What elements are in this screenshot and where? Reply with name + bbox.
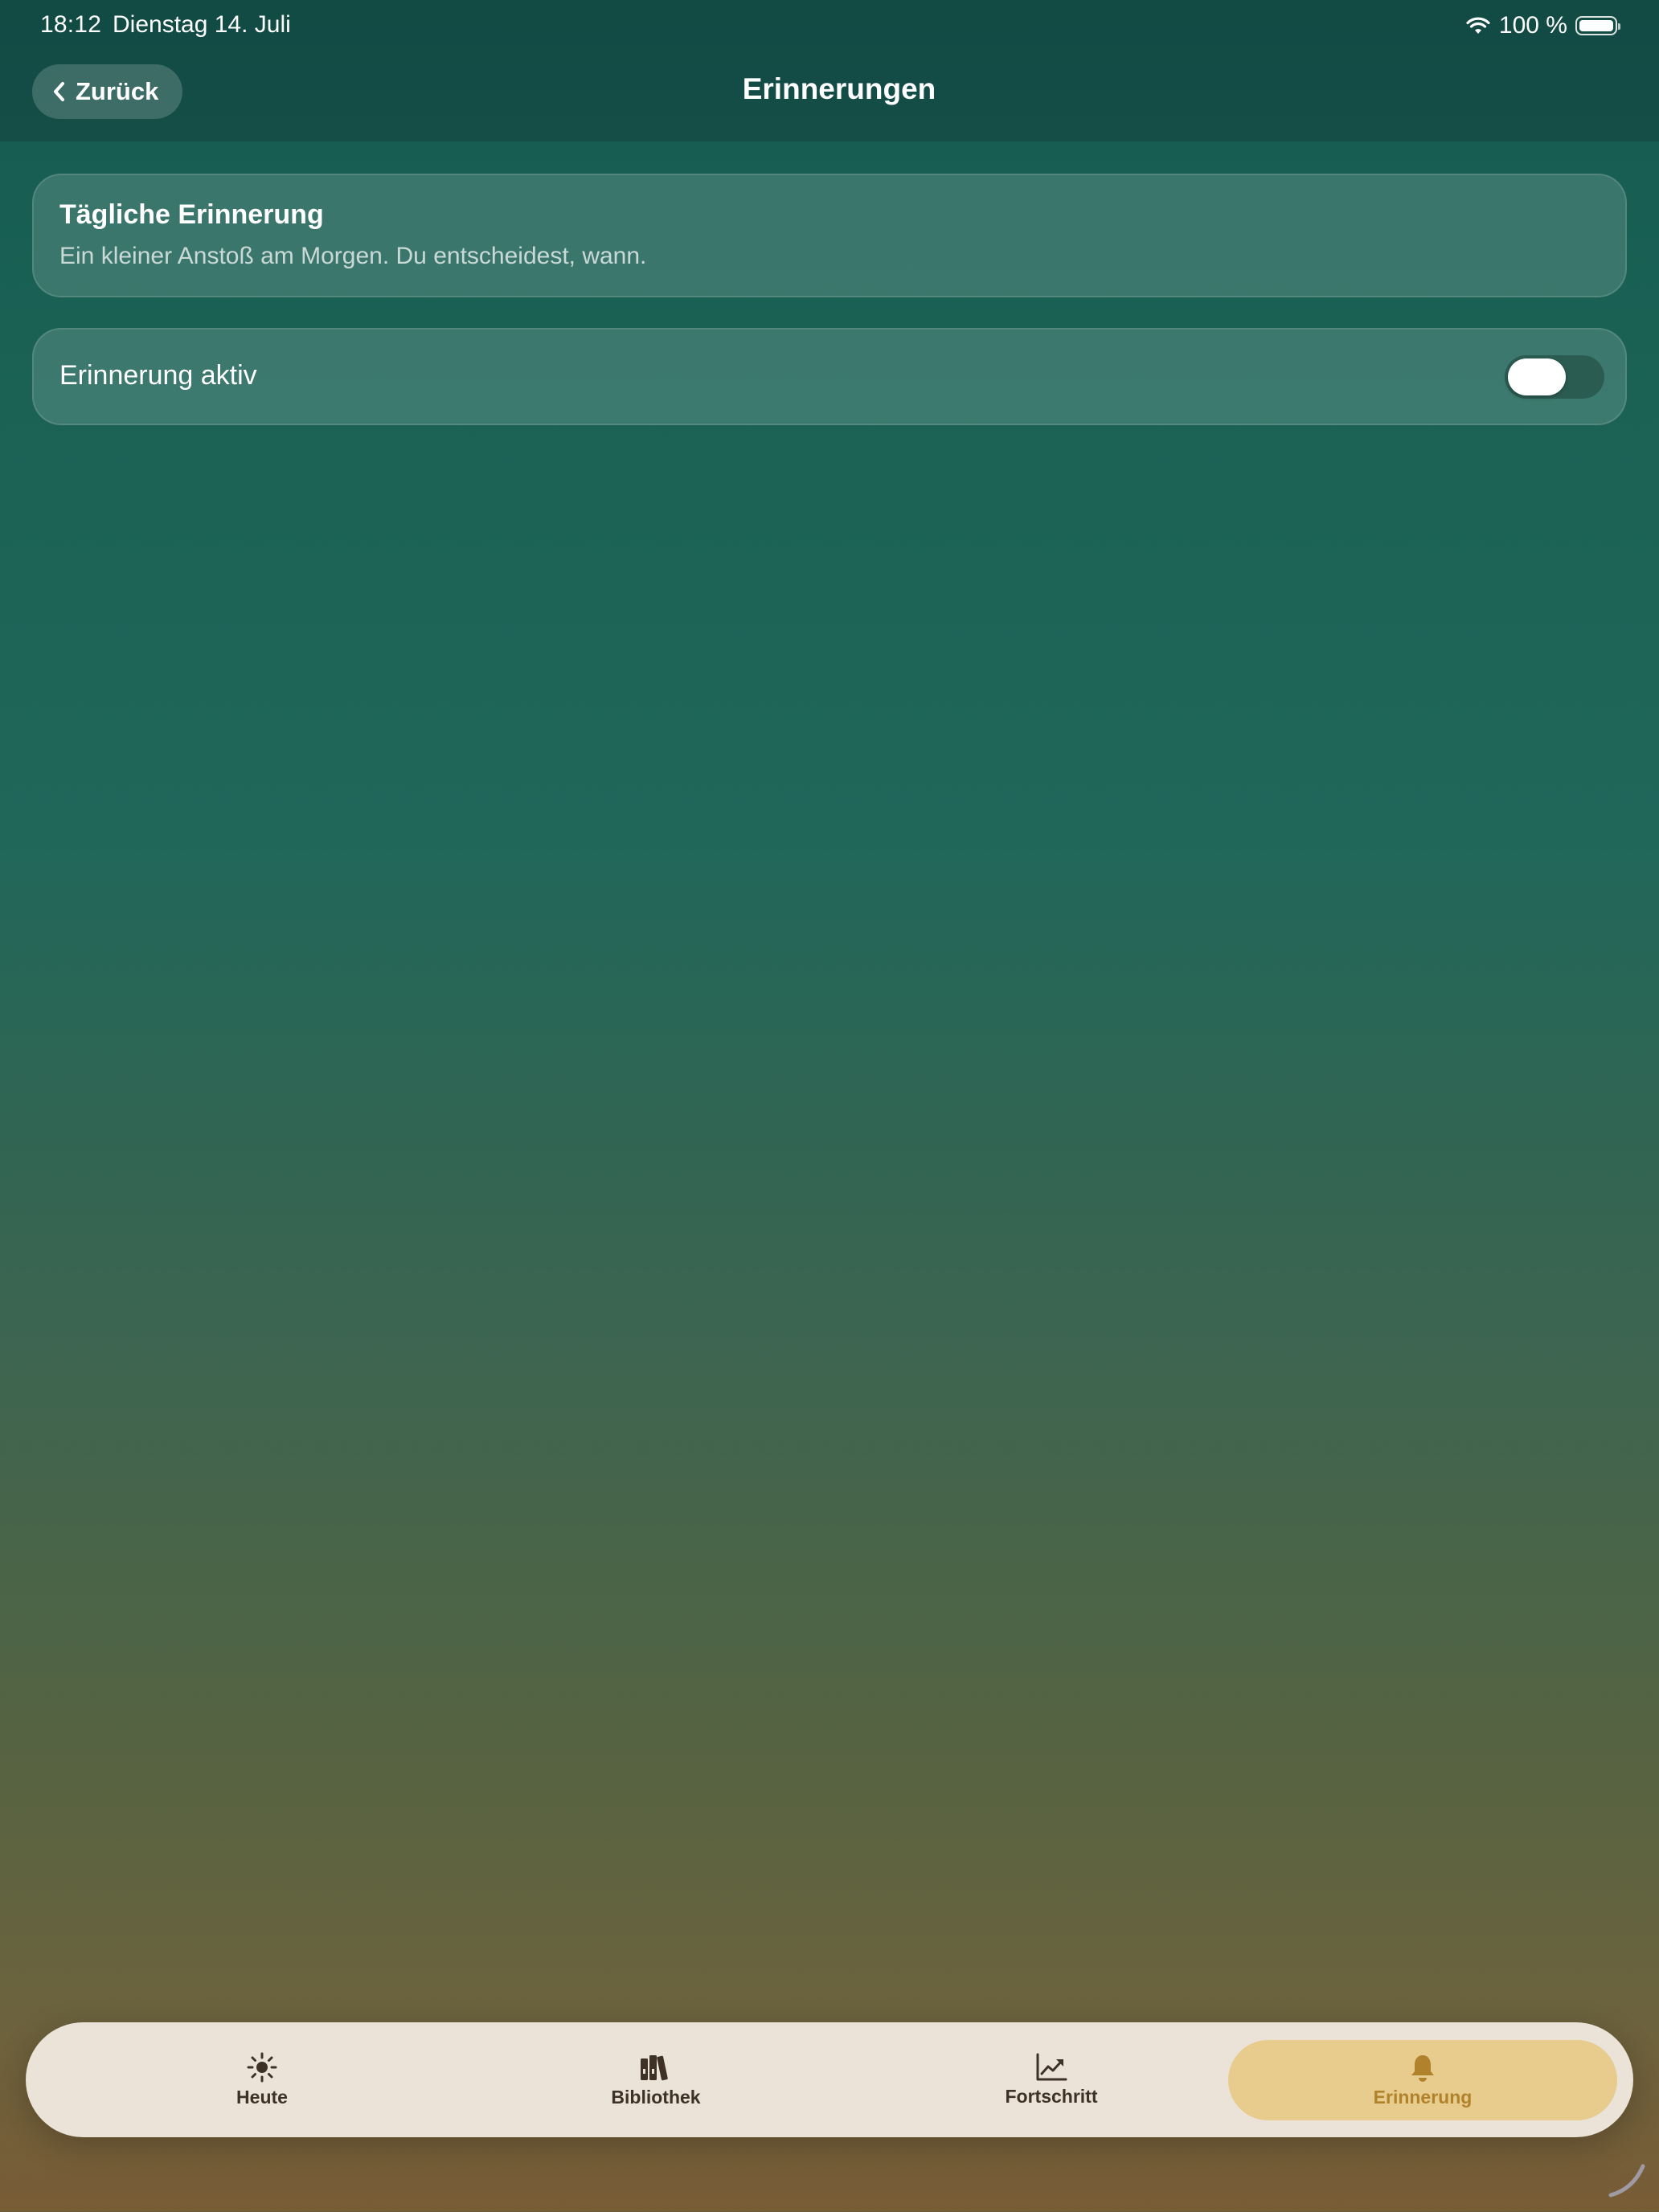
toggle-knob — [1508, 358, 1566, 395]
tab-erinnerung[interactable]: Erinnerung — [1228, 2040, 1617, 2120]
books-icon — [638, 2051, 674, 2083]
battery-percentage: 100 % — [1498, 12, 1567, 39]
tab-fortschritt[interactable]: Fortschritt — [858, 2022, 1244, 2137]
battery-icon — [1575, 16, 1620, 35]
daily-reminder-card: Tägliche Erinnerung Ein kleiner Anstoß a… — [32, 174, 1627, 297]
tab-bibliothek[interactable]: Bibliothek — [463, 2022, 849, 2137]
status-date: Dienstag 14. Juli — [113, 11, 291, 38]
status-time: 18:12 — [40, 11, 102, 38]
tab-heute[interactable]: Heute — [69, 2022, 455, 2137]
page-title: Erinnerungen — [742, 72, 936, 105]
tab-label: Heute — [236, 2087, 288, 2108]
tab-label: Bibliothek — [611, 2087, 701, 2108]
tab-label: Fortschritt — [1005, 2086, 1098, 2107]
card-title: Tägliche Erinnerung — [59, 199, 324, 230]
card-subtitle: Ein kleiner Anstoß am Morgen. Du entsche… — [59, 243, 647, 269]
reminder-toggle-row: Erinnerung aktiv — [32, 328, 1627, 425]
tab-label: Erinnerung — [1373, 2086, 1473, 2108]
sun-icon — [246, 2051, 278, 2083]
corner-gesture-indicator — [1606, 2160, 1649, 2204]
reminder-toggle-label: Erinnerung aktiv — [59, 360, 257, 391]
bell-icon — [1408, 2053, 1437, 2083]
chart-icon — [1034, 2052, 1068, 2083]
tab-bar: Heute Bibliothek Fortschritt Erinnerung — [26, 2022, 1633, 2137]
reminder-active-toggle[interactable] — [1505, 355, 1604, 399]
wifi-icon — [1465, 16, 1491, 35]
status-indicators: 100 % — [1465, 10, 1620, 42]
header-bar: 18:12 Dienstag 14. Juli 100 % Zurück Eri… — [0, 0, 1659, 141]
